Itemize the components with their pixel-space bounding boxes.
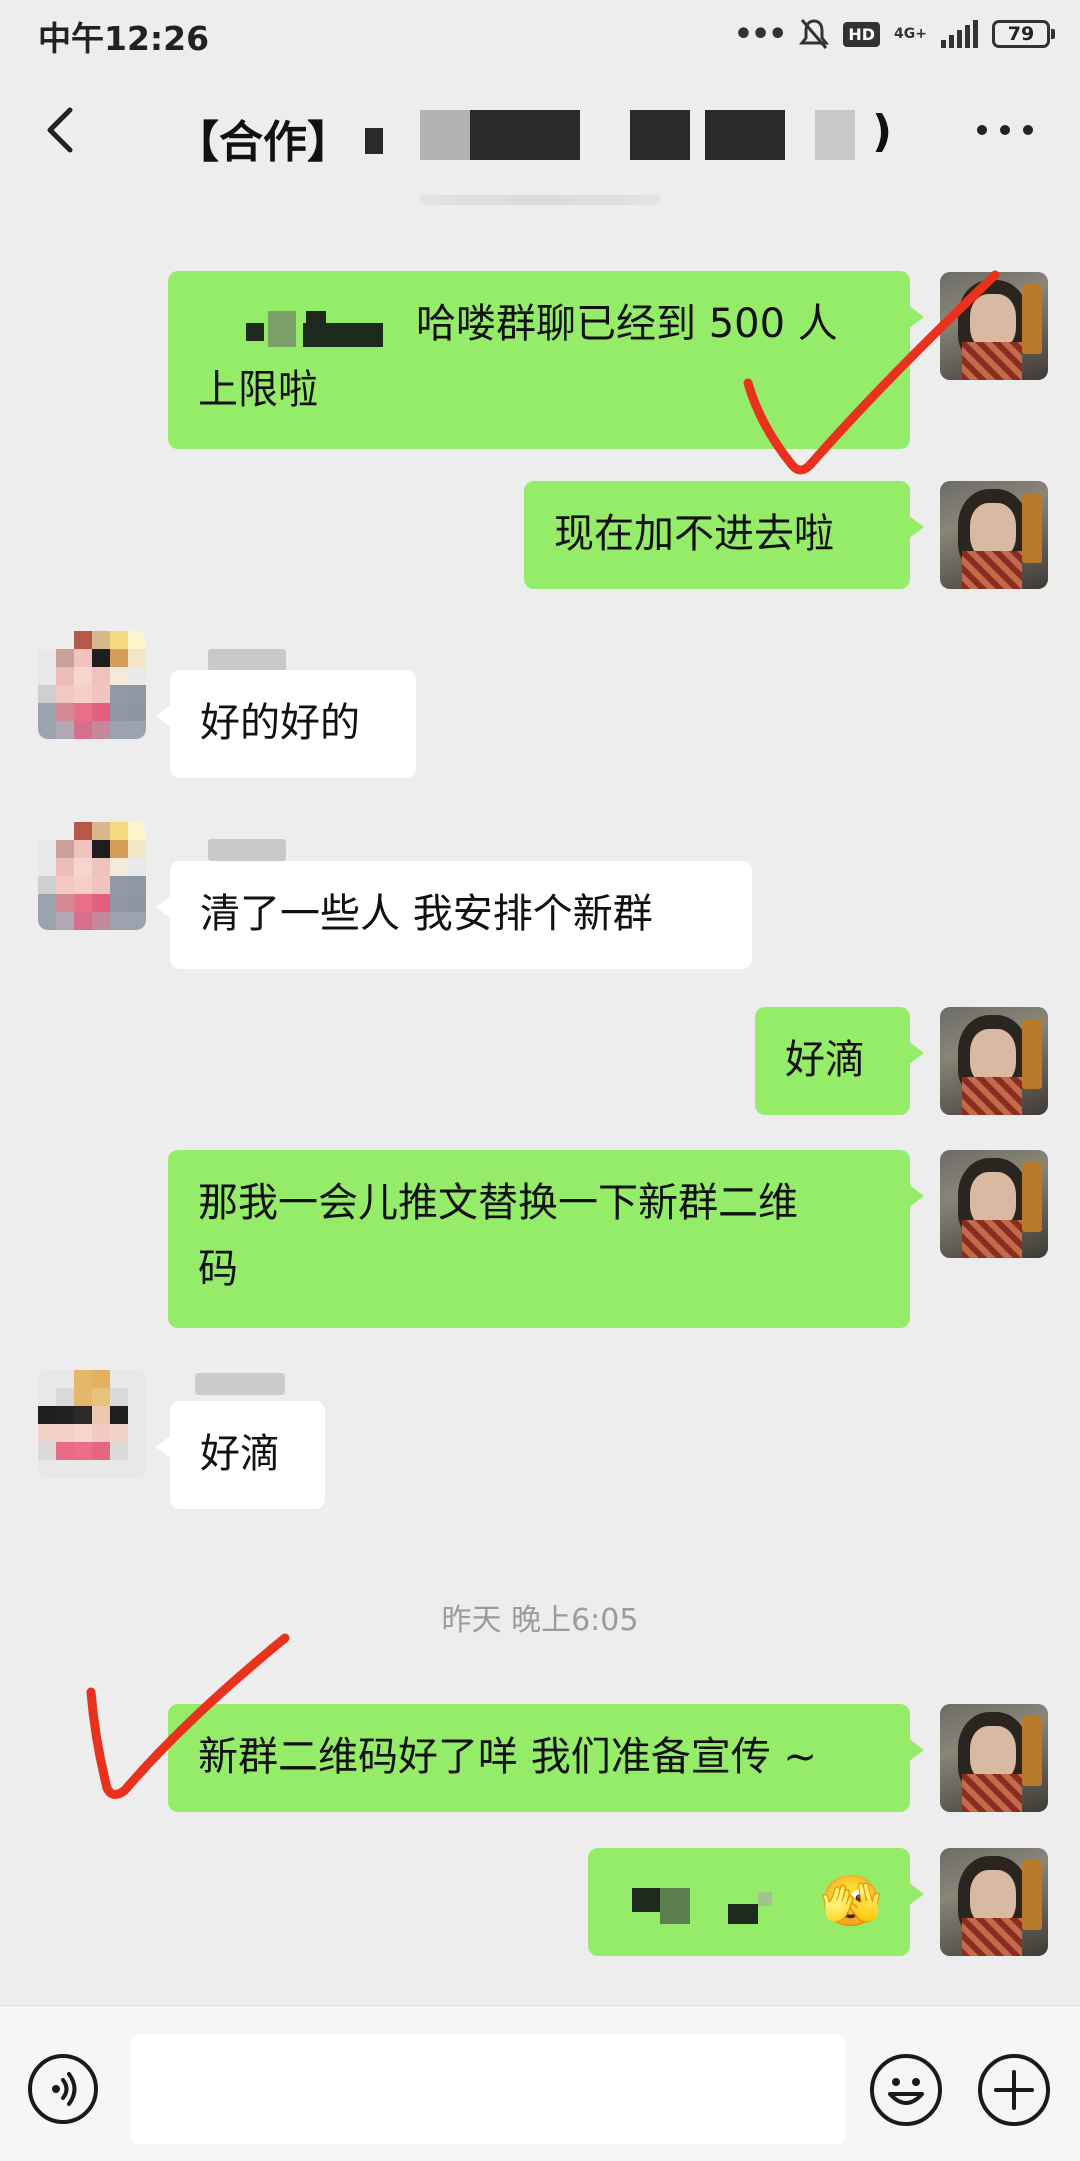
message-bubble-mine[interactable]: 🫣 bbox=[588, 1848, 924, 1956]
message-text: 好滴 bbox=[200, 1431, 280, 1477]
redacted-text-block bbox=[660, 1888, 690, 1924]
message-input[interactable] bbox=[130, 2034, 846, 2144]
red-checkmark-annotation bbox=[743, 270, 1000, 475]
chat-header: 【合作】 ) bbox=[0, 70, 1080, 195]
network-type: 4G+ bbox=[894, 26, 927, 42]
redacted-title-block bbox=[365, 128, 383, 154]
message-text: 那我一会儿推文替换一下新群二维 bbox=[198, 1180, 798, 1226]
emoji-face-icon: 🫣 bbox=[820, 1872, 883, 1930]
message-text: 清了一些人 我安排个新群 bbox=[200, 891, 653, 937]
contact-avatar[interactable] bbox=[38, 822, 146, 930]
redacted-title-block bbox=[630, 110, 690, 160]
sender-name-redacted bbox=[208, 839, 286, 861]
emoji-icon[interactable] bbox=[870, 2054, 942, 2126]
bell-muted-icon bbox=[799, 19, 830, 49]
voice-icon[interactable] bbox=[28, 2054, 98, 2124]
redacted-text-block bbox=[246, 323, 264, 341]
chat-message-list[interactable]: 哈喽群聊已经到 500 人 上限啦 现在加不进去啦 好的好的 清了一些人 我安排… bbox=[0, 195, 1080, 2005]
message-text: 好滴 bbox=[785, 1037, 865, 1083]
message-bubble-theirs[interactable]: 好滴 bbox=[156, 1401, 325, 1509]
redacted-text-block bbox=[268, 311, 296, 347]
chevron-left-icon[interactable] bbox=[32, 100, 92, 160]
redacted-title-block bbox=[705, 110, 785, 160]
overflow-notification-icon: ••• bbox=[733, 16, 788, 52]
pixelated-avatar bbox=[38, 631, 146, 739]
more-dots-icon[interactable] bbox=[970, 100, 1040, 160]
message-bubble-theirs[interactable]: 清了一些人 我安排个新群 bbox=[156, 861, 752, 969]
status-bar: 中午12:26 ••• HD 4G+ 79 bbox=[0, 0, 1080, 70]
message-input-bar bbox=[0, 2005, 1080, 2161]
page-title: 【合作】 bbox=[175, 117, 351, 168]
red-checkmark-annotation bbox=[86, 1633, 290, 1799]
redacted-text-block bbox=[728, 1904, 758, 1924]
message-bubble-mine[interactable]: 那我一会儿推文替换一下新群二维 码 bbox=[168, 1150, 924, 1328]
my-avatar[interactable] bbox=[940, 481, 1048, 589]
plus-icon[interactable] bbox=[978, 2054, 1050, 2126]
message-text-line2: 上限啦 bbox=[198, 367, 318, 413]
status-icons: ••• HD 4G+ 79 bbox=[733, 14, 1055, 54]
redacted-text-block bbox=[303, 323, 383, 347]
message-bubble-mine[interactable]: 好滴 bbox=[755, 1007, 924, 1115]
message-text: 好的好的 bbox=[200, 700, 360, 746]
message-text-line2: 码 bbox=[198, 1246, 238, 1292]
signal-icon bbox=[941, 20, 978, 48]
truncated-previous-text bbox=[420, 195, 660, 205]
redacted-text-block bbox=[758, 1892, 772, 1906]
pixelated-avatar bbox=[38, 1370, 146, 1478]
hd-badge: HD bbox=[843, 21, 881, 47]
my-avatar[interactable] bbox=[940, 1150, 1048, 1258]
redacted-title-block bbox=[470, 110, 580, 160]
status-time: 中午12:26 bbox=[38, 19, 210, 58]
contact-avatar[interactable] bbox=[38, 631, 146, 739]
my-avatar[interactable] bbox=[940, 1704, 1048, 1812]
redacted-title-block bbox=[815, 110, 855, 160]
sender-name-redacted bbox=[208, 649, 286, 671]
message-bubble-theirs[interactable]: 好的好的 bbox=[156, 670, 416, 778]
battery-icon: 79 bbox=[992, 20, 1055, 48]
message-text: 现在加不进去啦 bbox=[554, 511, 834, 557]
pixelated-avatar bbox=[38, 822, 146, 930]
sender-name-redacted bbox=[195, 1373, 285, 1395]
my-avatar[interactable] bbox=[940, 1007, 1048, 1115]
message-bubble-mine[interactable]: 现在加不进去啦 bbox=[524, 481, 924, 589]
my-avatar[interactable] bbox=[940, 1848, 1048, 1956]
redacted-text-block bbox=[632, 1888, 660, 1912]
title-suffix: ) bbox=[872, 106, 893, 157]
contact-avatar[interactable] bbox=[38, 1370, 146, 1478]
